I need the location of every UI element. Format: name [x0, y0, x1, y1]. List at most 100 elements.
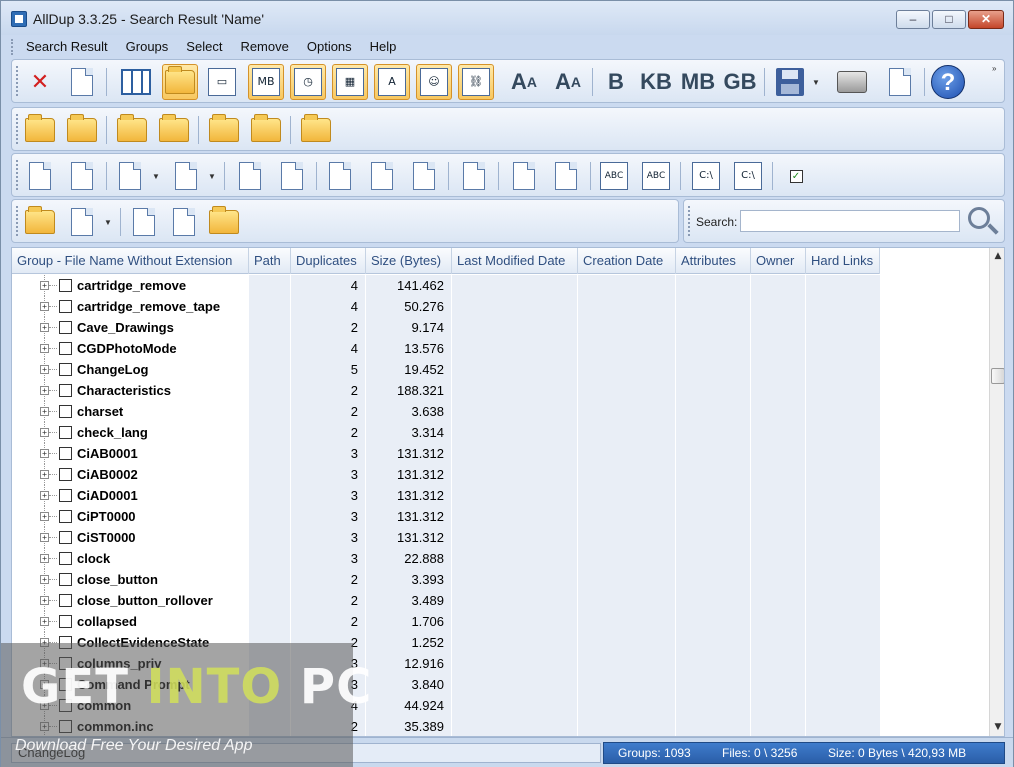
table-row[interactable]: + CGDPhotoMode 4 13.576 [12, 338, 882, 359]
folder-column-button[interactable] [162, 64, 198, 100]
table-row[interactable]: + clock 3 22.888 [12, 548, 882, 569]
expand-plus-icon[interactable]: + [40, 323, 49, 332]
select-oldest-button[interactable] [364, 158, 400, 194]
expand-plus-icon[interactable]: + [40, 512, 49, 521]
table-row[interactable]: + check_lang 2 3.314 [12, 422, 882, 443]
close-result-button[interactable]: ✕ [22, 64, 58, 100]
table-row[interactable]: + CiAB0001 3 131.312 [12, 443, 882, 464]
scroll-thumb[interactable] [991, 368, 1004, 384]
close-button[interactable]: ✕ [968, 10, 1004, 29]
expand-plus-icon[interactable]: + [40, 533, 49, 542]
delete-group-button[interactable] [22, 204, 58, 240]
size-kb-button[interactable]: KB [638, 64, 674, 100]
unselect-dropdown-arrow-icon[interactable]: ▼ [208, 172, 216, 181]
row-checkbox[interactable] [59, 573, 72, 586]
scroll-up-arrow-icon[interactable]: ▲ [990, 248, 1004, 265]
expand-plus-icon[interactable]: + [40, 386, 49, 395]
modified-date-column-button[interactable]: ◷ [290, 64, 326, 100]
row-checkbox[interactable] [59, 510, 72, 523]
toolbar-grip[interactable] [16, 160, 19, 190]
column-header-attributes[interactable]: Attributes [676, 248, 751, 274]
select-largest-button[interactable] [456, 158, 492, 194]
select-dropdown-arrow-icon[interactable]: ▼ [152, 172, 160, 181]
column-header-group-name[interactable]: Group - File Name Without Extension [12, 248, 249, 274]
row-checkbox[interactable] [59, 468, 72, 481]
row-checkbox[interactable] [59, 615, 72, 628]
save-button[interactable] [772, 64, 808, 100]
row-checkbox[interactable] [59, 321, 72, 334]
select-files-button[interactable] [112, 158, 148, 194]
table-row[interactable]: + CiST0000 3 131.312 [12, 527, 882, 548]
row-checkbox[interactable] [59, 279, 72, 292]
group-name-cell[interactable]: + Cave_Drawings [12, 317, 249, 338]
search-input[interactable] [740, 210, 960, 232]
expand-plus-icon[interactable]: + [40, 302, 49, 311]
table-row[interactable]: + collapsed 2 1.706 [12, 611, 882, 632]
row-checkbox[interactable] [59, 426, 72, 439]
group-name-cell[interactable]: + ChangeLog [12, 359, 249, 380]
select-path-asc-button[interactable]: C:\ [688, 158, 724, 194]
expand-plus-icon[interactable]: + [40, 554, 49, 563]
select-name-desc-button[interactable]: ABC [638, 158, 674, 194]
scroll-down-arrow-icon[interactable]: ▼ [990, 719, 1004, 736]
expand-plus-icon[interactable]: + [40, 470, 49, 479]
row-checkbox[interactable] [59, 447, 72, 460]
menu-remove[interactable]: Remove [231, 37, 297, 57]
table-row[interactable]: + cartridge_remove_tape 4 50.276 [12, 296, 882, 317]
group-name-cell[interactable]: + CiAD0001 [12, 485, 249, 506]
select-smallest-button[interactable] [406, 158, 442, 194]
menu-grip[interactable] [11, 39, 14, 55]
delete-hardlinks-button[interactable] [206, 204, 242, 240]
row-checkbox[interactable] [59, 342, 72, 355]
group-name-cell[interactable]: + Characteristics [12, 380, 249, 401]
owner-column-button[interactable]: ☺ [416, 64, 452, 100]
unselect-files-button[interactable] [168, 158, 204, 194]
expand-plus-icon[interactable]: + [40, 365, 49, 374]
font-smaller-button[interactable]: AA [550, 64, 586, 100]
menu-groups[interactable]: Groups [117, 37, 178, 57]
maximize-button[interactable]: □ [932, 10, 966, 29]
table-row[interactable]: + ChangeLog 5 19.452 [12, 359, 882, 380]
vertical-scrollbar[interactable]: ▲ ▼ [989, 248, 1004, 736]
select-group-button[interactable] [114, 112, 150, 148]
size-gb-button[interactable]: GB [722, 64, 758, 100]
toolbar-overflow-icon[interactable]: » [992, 64, 996, 73]
row-checkbox[interactable] [59, 552, 72, 565]
table-row[interactable]: + charset 2 3.638 [12, 401, 882, 422]
group-name-cell[interactable]: + cartridge_remove [12, 275, 249, 296]
help-button[interactable]: ? [930, 64, 966, 100]
expand-plus-icon[interactable]: + [40, 407, 49, 416]
font-larger-button[interactable]: AA [506, 64, 542, 100]
size-mb-button[interactable]: MB [680, 64, 716, 100]
toolbar-grip[interactable] [16, 114, 19, 144]
select-lowest-button[interactable] [506, 158, 542, 194]
group-name-cell[interactable]: + CiAB0001 [12, 443, 249, 464]
table-row[interactable]: + Cave_Drawings 2 9.174 [12, 317, 882, 338]
unselect-all-groups-button[interactable] [248, 112, 284, 148]
group-name-cell[interactable]: + close_button_rollover [12, 590, 249, 611]
table-row[interactable]: + CiAD0001 3 131.312 [12, 485, 882, 506]
row-checkbox[interactable] [59, 300, 72, 313]
unselect-all-files-button[interactable] [64, 158, 100, 194]
tree-view-button[interactable] [118, 64, 154, 100]
toolbar-grip[interactable] [16, 66, 19, 96]
minimize-button[interactable]: – [896, 10, 930, 29]
extension-column-button[interactable]: ▭ [204, 64, 240, 100]
open-folder-arrow-button[interactable] [64, 112, 100, 148]
column-header-owner[interactable]: Owner [751, 248, 806, 274]
expand-plus-icon[interactable]: + [40, 617, 49, 626]
attributes-column-button[interactable]: A [374, 64, 410, 100]
group-name-cell[interactable]: + check_lang [12, 422, 249, 443]
open-folder-button[interactable] [22, 112, 58, 148]
group-name-cell[interactable]: + CiAB0002 [12, 464, 249, 485]
group-name-cell[interactable]: + collapsed [12, 611, 249, 632]
column-header-path[interactable]: Path [249, 248, 291, 274]
group-name-cell[interactable]: + CiPT0000 [12, 506, 249, 527]
invert-selection-button[interactable]: ✓ [778, 158, 814, 194]
preview-button[interactable] [64, 64, 100, 100]
group-name-cell[interactable]: + CGDPhotoMode [12, 338, 249, 359]
column-header-duplicates[interactable]: Duplicates [291, 248, 366, 274]
table-row[interactable]: + Characteristics 2 188.321 [12, 380, 882, 401]
toolbar-grip[interactable] [16, 206, 19, 236]
search-icon[interactable] [968, 207, 990, 229]
